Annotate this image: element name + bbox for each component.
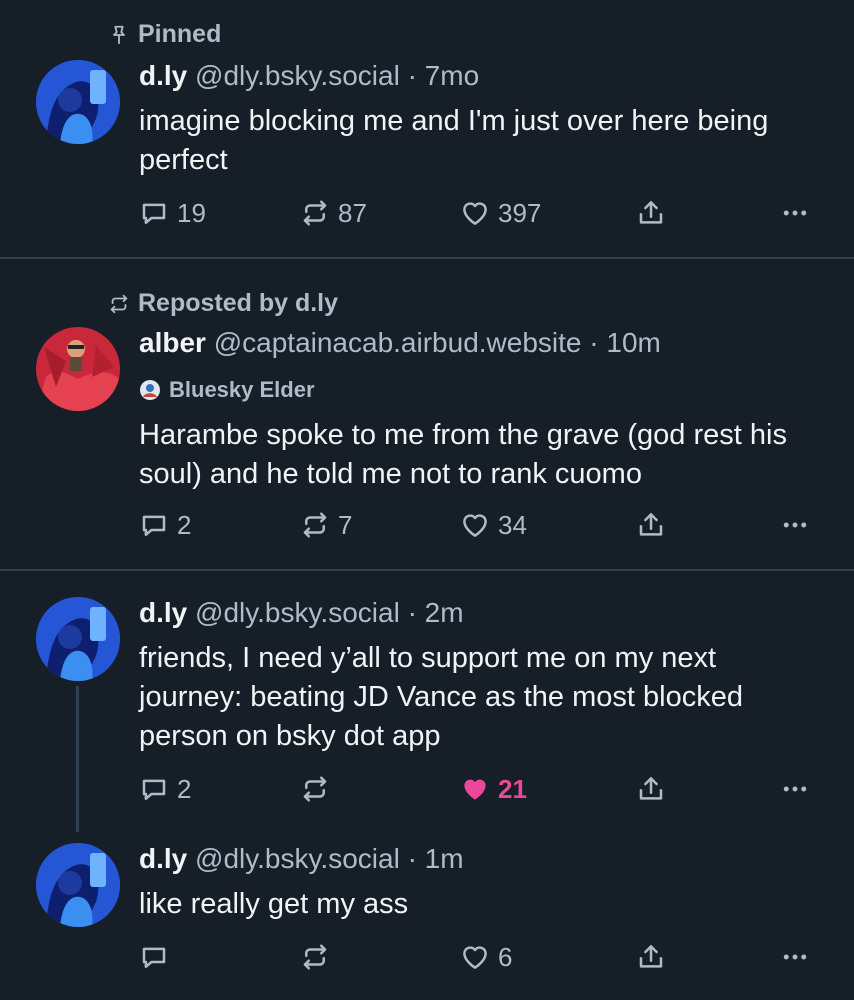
reply-icon — [139, 774, 169, 804]
post-actions: 2 21 — [0, 769, 854, 809]
display-name[interactable]: d.ly — [139, 60, 187, 91]
share-icon — [636, 942, 666, 972]
like-count: 34 — [498, 509, 527, 540]
repost-icon — [108, 293, 130, 315]
post-actions: 2 7 34 — [0, 505, 854, 545]
more-button[interactable] — [780, 769, 810, 809]
avatar[interactable] — [36, 843, 120, 927]
heart-icon — [460, 198, 490, 228]
handle[interactable]: @dly.bsky.social — [195, 597, 400, 628]
post-pinned[interactable]: Pinned d.ly @dly.bsky.social · 7mo imagi… — [0, 0, 854, 258]
repost-count: 7 — [338, 509, 353, 540]
more-icon — [780, 198, 810, 228]
avatar[interactable] — [36, 597, 120, 681]
share-icon — [636, 198, 666, 228]
like-button[interactable]: 6 — [460, 937, 512, 977]
post-repost[interactable]: Reposted by d.ly alber @captainacab.airb… — [0, 259, 854, 569]
repost-button[interactable]: 7 — [300, 505, 352, 545]
context-label: Reposted by d.ly — [138, 289, 339, 317]
repost-icon — [300, 942, 330, 972]
badge-avatar-icon — [140, 380, 160, 400]
share-button[interactable] — [636, 937, 666, 977]
post-thread-reply[interactable]: d.ly @dly.bsky.social · 1m like really g… — [0, 831, 854, 1000]
display-name[interactable]: alber — [139, 327, 206, 358]
share-button[interactable] — [636, 769, 666, 809]
more-button[interactable] — [780, 193, 810, 233]
reply-icon — [139, 198, 169, 228]
more-icon — [780, 774, 810, 804]
post-header: d.ly @dly.bsky.social · 7mo — [139, 60, 479, 92]
more-button[interactable] — [780, 505, 810, 545]
share-icon — [636, 774, 666, 804]
share-button[interactable] — [636, 505, 666, 545]
heart-icon — [460, 510, 490, 540]
like-button[interactable]: 21 — [460, 769, 527, 809]
post-thread-parent[interactable]: d.ly @dly.bsky.social · 2m friends, I ne… — [0, 571, 854, 831]
pinned-context: Pinned — [108, 20, 221, 49]
display-name[interactable]: d.ly — [139, 843, 187, 874]
heart-icon — [460, 942, 490, 972]
post-actions: 6 — [0, 937, 854, 977]
verification-badge[interactable]: Bluesky Elder — [139, 377, 315, 403]
post-actions: 19 87 397 — [0, 193, 854, 233]
timestamp[interactable]: · 2m — [408, 597, 464, 628]
like-count: 397 — [498, 197, 542, 228]
post-text: imagine blocking me and I'm just over he… — [139, 105, 769, 176]
display-name[interactable]: d.ly — [139, 597, 187, 628]
handle[interactable]: @captainacab.airbud.website — [214, 327, 582, 358]
reply-count: 2 — [177, 509, 192, 540]
like-button[interactable]: 397 — [460, 193, 541, 233]
share-button[interactable] — [636, 193, 666, 233]
reply-icon — [139, 510, 169, 540]
repost-button[interactable]: 87 — [300, 193, 367, 233]
like-count: 21 — [498, 773, 527, 804]
repost-icon — [300, 510, 330, 540]
context-label: Pinned — [138, 20, 222, 48]
handle[interactable]: @dly.bsky.social — [195, 843, 400, 874]
avatar[interactable] — [36, 60, 120, 144]
repost-button[interactable] — [300, 769, 338, 809]
reply-button[interactable]: 2 — [139, 505, 191, 545]
reply-count: 2 — [177, 773, 192, 804]
timestamp[interactable]: · 10m — [589, 327, 661, 358]
handle[interactable]: @dly.bsky.social — [195, 60, 400, 91]
timestamp[interactable]: · 1m — [408, 843, 464, 874]
reply-count: 19 — [177, 197, 206, 228]
reply-button[interactable]: 2 — [139, 769, 191, 809]
reply-button[interactable]: 19 — [139, 193, 206, 233]
repost-icon — [300, 774, 330, 804]
post-header: alber @captainacab.airbud.website · 10m — [139, 327, 661, 359]
like-button[interactable]: 34 — [460, 505, 527, 545]
repost-context: Reposted by d.ly — [108, 289, 338, 318]
badge-label: Bluesky Elder — [169, 377, 315, 402]
like-count: 6 — [498, 941, 513, 972]
more-icon — [780, 942, 810, 972]
post-text: friends, I need y’all to support me on m… — [139, 642, 743, 752]
repost-icon — [300, 198, 330, 228]
share-icon — [636, 510, 666, 540]
repost-button[interactable] — [300, 937, 338, 977]
reply-button[interactable] — [139, 937, 177, 977]
post-header: d.ly @dly.bsky.social · 1m — [139, 843, 464, 875]
reply-icon — [139, 942, 169, 972]
post-header: d.ly @dly.bsky.social · 2m — [139, 597, 464, 629]
more-button[interactable] — [780, 937, 810, 977]
heart-filled-icon — [460, 774, 490, 804]
post-text: like really get my ass — [139, 888, 409, 920]
timestamp[interactable]: · 7mo — [408, 60, 480, 91]
post-text: Harambe spoke to me from the grave (god … — [139, 419, 787, 490]
avatar[interactable] — [36, 327, 120, 411]
repost-count: 87 — [338, 197, 367, 228]
pin-icon — [108, 24, 130, 46]
more-icon — [780, 510, 810, 540]
